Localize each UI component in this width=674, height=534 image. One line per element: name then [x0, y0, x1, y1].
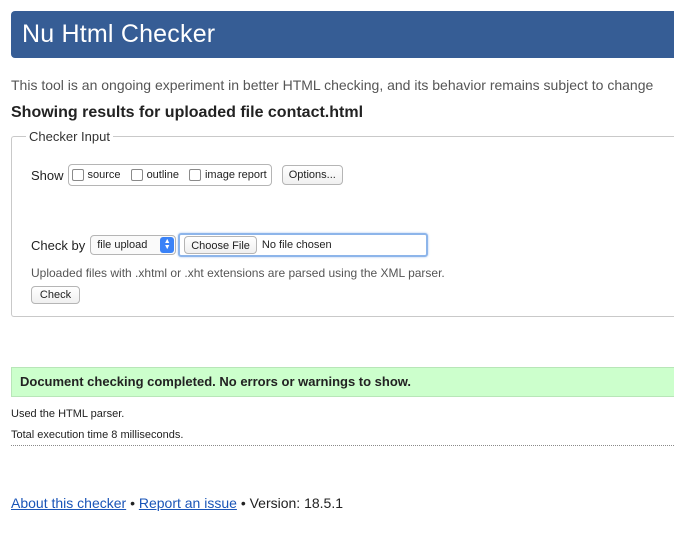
tagline: This tool is an ongoing experiment in be…: [11, 77, 654, 93]
choose-file-button[interactable]: Choose File: [184, 236, 257, 254]
report-issue-link[interactable]: Report an issue: [139, 495, 237, 511]
page-title: Nu Html Checker: [22, 20, 216, 48]
result-details: Used the HTML parser. Total execution ti…: [11, 404, 183, 446]
check-by-select[interactable]: file upload ▲ ▼: [90, 235, 177, 255]
show-label: Show: [31, 167, 64, 183]
footer-separator: •: [240, 495, 246, 511]
footer-separator: •: [130, 495, 135, 511]
check-by-row: Check by file upload ▲ ▼ Choose File No f…: [31, 233, 429, 257]
image-report-checkbox[interactable]: [188, 169, 201, 181]
header-bar: Nu Html Checker: [11, 11, 674, 58]
version-text: Version: 18.5.1: [249, 495, 344, 511]
no-file-chosen-text: No file chosen: [261, 239, 332, 251]
divider: [11, 445, 674, 446]
image-report-checkbox-label: image report: [204, 169, 267, 181]
about-checker-link[interactable]: About this checker: [11, 495, 126, 511]
show-outline-option[interactable]: outline: [130, 169, 179, 181]
source-checkbox-label: source: [87, 169, 121, 181]
parser-used-text: Used the HTML parser.: [11, 408, 125, 420]
options-button[interactable]: Options...: [281, 165, 343, 185]
show-options-group: source outline image report: [67, 164, 272, 186]
success-message: Document checking completed. No errors o…: [11, 367, 674, 397]
show-image-report-option[interactable]: image report: [188, 169, 267, 181]
source-checkbox[interactable]: [71, 169, 84, 181]
file-input[interactable]: Choose File No file chosen: [178, 233, 429, 257]
xml-parser-note: Uploaded files with .xhtml or .xht exten…: [31, 266, 445, 280]
show-row: Show source outline image report Options…: [31, 164, 343, 186]
outline-checkbox-label: outline: [146, 169, 179, 181]
check-by-label: Check by: [31, 237, 86, 253]
check-button[interactable]: Check: [31, 286, 80, 304]
show-source-option[interactable]: source: [71, 169, 121, 181]
checker-input-fieldset: Checker Input Show source outline image …: [11, 129, 674, 317]
check-by-selected-value: file upload: [97, 239, 148, 251]
checker-input-legend: Checker Input: [26, 129, 113, 144]
execution-time-text: Total execution time 8 milliseconds.: [11, 429, 184, 441]
footer: About this checker • Report an issue • V…: [11, 495, 343, 511]
select-arrows-icon: ▲ ▼: [160, 237, 175, 253]
outline-checkbox[interactable]: [130, 169, 143, 181]
results-heading: Showing results for uploaded file contac…: [11, 104, 364, 121]
